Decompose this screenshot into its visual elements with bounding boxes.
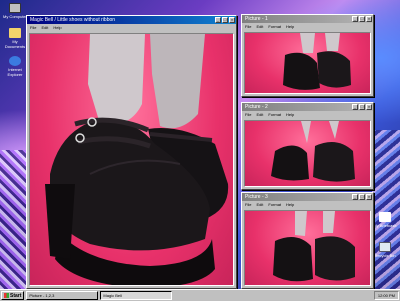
start-label: Start: [10, 292, 22, 299]
shoe-photo-2: [244, 120, 371, 187]
window-title: Picture - 3: [245, 194, 268, 200]
shoe-photo-3: [244, 210, 371, 286]
picture-window-3-titlebar[interactable]: Picture - 3 _ □ ×: [242, 193, 373, 201]
maximize-button[interactable]: □: [359, 104, 365, 110]
menu-file[interactable]: File: [245, 23, 251, 30]
menu-file[interactable]: File: [30, 24, 36, 31]
desktop-icon-recycle-bin[interactable]: Recycle Bin: [372, 242, 398, 258]
close-button[interactable]: ×: [366, 104, 372, 110]
taskbar-item-label: Magic Bell: [103, 293, 122, 298]
menu-help[interactable]: Help: [286, 201, 294, 208]
window-title: Picture - 1: [245, 16, 268, 22]
menu-help[interactable]: Help: [53, 24, 61, 31]
minimize-button[interactable]: _: [352, 104, 358, 110]
main-window-titlebar[interactable]: Magic Bell / Little shoes without ribbon…: [27, 16, 236, 24]
desktop-icon-internet-explorer[interactable]: Internet Explorer: [2, 56, 28, 77]
menu-edit[interactable]: Edit: [256, 201, 263, 208]
icon-label: Internet Explorer: [7, 67, 23, 77]
shoe-thumbnail-1: [283, 33, 351, 90]
minimize-button[interactable]: _: [215, 17, 221, 23]
briefcase-icon: [379, 212, 391, 222]
taskbar-item-pictures[interactable]: Picture - 1,2,3: [26, 291, 99, 300]
taskbar-item-label: Picture - 1,2,3: [29, 293, 55, 298]
clock[interactable]: 12:00 PM: [378, 293, 395, 298]
desktop-icon-my-documents[interactable]: My Documents: [2, 28, 28, 49]
system-tray: 12:00 PM: [373, 291, 399, 300]
menu-help[interactable]: Help: [286, 111, 294, 118]
window-title: Magic Bell / Little shoes without ribbon: [30, 17, 116, 23]
picture-window-3[interactable]: Picture - 3 _ □ × File Edit Format Help: [241, 192, 374, 289]
start-button[interactable]: Start: [1, 291, 25, 300]
icon-label: My Briefcase: [373, 223, 397, 228]
minimize-button[interactable]: _: [352, 194, 358, 200]
menu-format[interactable]: Format: [268, 23, 281, 30]
picture-window-1-titlebar[interactable]: Picture - 1 _ □ ×: [242, 15, 373, 23]
taskbar-item-magic-bell[interactable]: Magic Bell: [100, 291, 173, 300]
menu-edit[interactable]: Edit: [256, 111, 263, 118]
shoe-thumbnail-3: [273, 211, 355, 282]
menu-format[interactable]: Format: [268, 111, 281, 118]
icon-label: Recycle Bin: [374, 253, 396, 258]
close-button[interactable]: ×: [229, 17, 235, 23]
computer-icon: [9, 3, 21, 13]
maximize-button[interactable]: □: [359, 16, 365, 22]
maximize-button[interactable]: □: [359, 194, 365, 200]
picture-window-2[interactable]: Picture - 2 _ □ × File Edit Format Help: [241, 102, 374, 190]
main-window-menubar: File Edit Help: [27, 24, 236, 31]
menu-edit[interactable]: Edit: [41, 24, 48, 31]
desktop-icon-my-briefcase[interactable]: My Briefcase: [372, 212, 398, 228]
shoe-photo-large: [29, 33, 234, 286]
window-title: Picture - 2: [245, 104, 268, 110]
menu-help[interactable]: Help: [286, 23, 294, 30]
menu-edit[interactable]: Edit: [256, 23, 263, 30]
icon-label: My Documents: [4, 39, 26, 49]
picture-window-1-menubar: File Edit Format Help: [242, 23, 373, 30]
menu-file[interactable]: File: [245, 201, 251, 208]
menu-format[interactable]: Format: [268, 201, 281, 208]
close-button[interactable]: ×: [366, 194, 372, 200]
wallpaper-pattern-right: [372, 130, 400, 289]
shoe-illustration: [45, 34, 229, 285]
picture-window-1[interactable]: Picture - 1 _ □ × File Edit Format Help: [241, 14, 374, 97]
menu-file[interactable]: File: [245, 111, 251, 118]
picture-window-2-titlebar[interactable]: Picture - 2 _ □ ×: [242, 103, 373, 111]
close-button[interactable]: ×: [366, 16, 372, 22]
ie-icon: [9, 56, 21, 66]
recycle-bin-icon: [379, 242, 391, 252]
minimize-button[interactable]: _: [352, 16, 358, 22]
main-window[interactable]: Magic Bell / Little shoes without ribbon…: [26, 15, 237, 289]
icon-label: My Computer: [2, 14, 27, 19]
windows-logo-icon: [4, 293, 9, 298]
shoe-photo-1: [244, 32, 371, 94]
taskbar: Start Picture - 1,2,3 Magic Bell 12:00 P…: [0, 289, 400, 301]
picture-window-3-menubar: File Edit Format Help: [242, 201, 373, 208]
shoe-thumbnail-2: [271, 121, 355, 182]
picture-window-2-menubar: File Edit Format Help: [242, 111, 373, 118]
folder-icon: [9, 28, 21, 38]
maximize-button[interactable]: □: [222, 17, 228, 23]
desktop-icon-my-computer[interactable]: My Computer: [2, 3, 28, 19]
